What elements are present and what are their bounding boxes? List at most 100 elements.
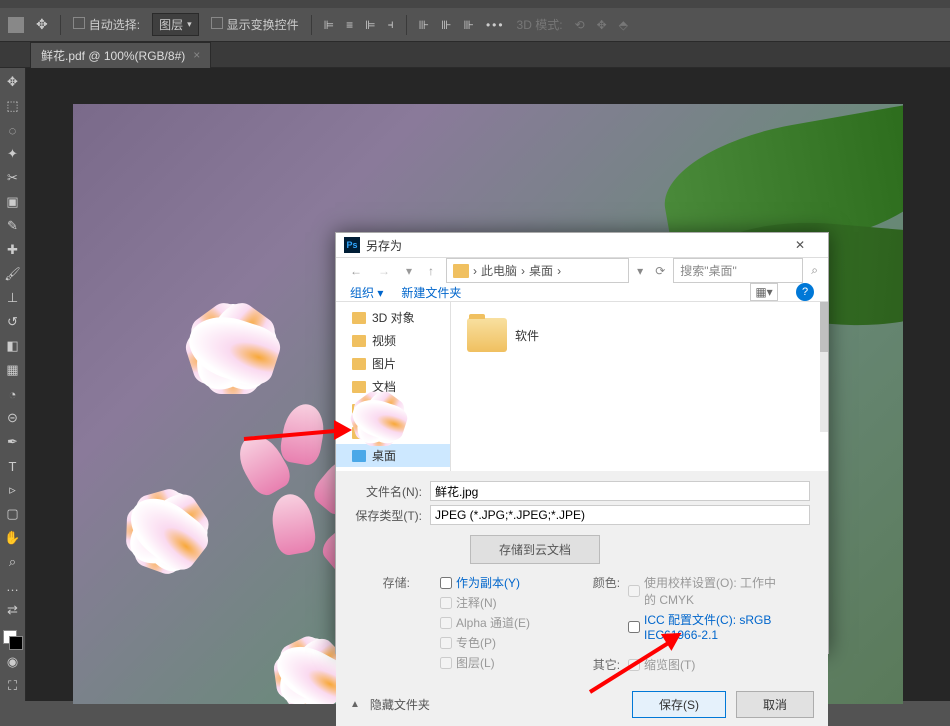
refresh-icon[interactable]: ⟳ [655, 264, 665, 278]
blur-tool[interactable]: ◔ [1, 382, 25, 406]
forward-icon[interactable]: → [374, 262, 394, 280]
folder-icon [352, 381, 366, 393]
new-folder-button[interactable]: 新建文件夹 [401, 284, 461, 301]
move-tool-icon[interactable]: ✥ [36, 16, 48, 33]
crop-tool[interactable]: ✂ [1, 166, 25, 190]
other-options-label: 其它: [560, 656, 620, 673]
dodge-tool[interactable]: ⊝ [1, 406, 25, 430]
view-mode-icon[interactable]: ▦▾ [750, 283, 778, 301]
save-button[interactable]: 保存(S) [632, 691, 726, 718]
marquee-tool[interactable]: ⬚ [1, 94, 25, 118]
breadcrumb[interactable]: › 此电脑 › 桌面 › [446, 258, 629, 283]
tree-item[interactable]: 3D 对象 [336, 306, 450, 329]
align-icon[interactable]: ⊫ [365, 18, 375, 32]
auto-select-checkbox[interactable] [73, 17, 85, 29]
layer-dropdown[interactable]: 图层 [152, 13, 199, 36]
align-icon[interactable]: ≡ [346, 18, 353, 32]
document-tab[interactable]: 鲜花.pdf @ 100%(RGB/8#) × [30, 42, 211, 68]
close-icon[interactable]: ✕ [780, 233, 820, 257]
help-icon[interactable]: ? [796, 283, 814, 301]
filename-label: 文件名(N): [350, 483, 422, 500]
as-copy-checkbox[interactable] [440, 577, 452, 589]
folder-icon [467, 318, 507, 352]
stamp-tool[interactable]: ⊥ [1, 286, 25, 310]
distribute-icon[interactable]: ⊪ [463, 18, 473, 32]
gradient-tool[interactable]: ▦ [1, 358, 25, 382]
breadcrumb-item[interactable]: 此电脑 [481, 262, 517, 279]
zoom-tool[interactable]: ⌕ [1, 550, 25, 574]
organize-button[interactable]: 组织 ▾ [350, 284, 383, 301]
transform-checkbox[interactable] [211, 17, 223, 29]
toolbox: ✥ ⬚ ◌ ✦ ✂ ▣ ✎ ✚ 🖌 ⊥ ↺ ◧ ▦ ◔ ⊝ ✒ T ▹ ▢ ✋ … [0, 68, 26, 701]
ps-icon: Ps [344, 237, 360, 253]
cancel-button[interactable]: 取消 [736, 691, 814, 718]
orbit-icon[interactable]: ⟲ [575, 18, 585, 32]
auto-select-label: 自动选择: [89, 18, 140, 32]
color-swatch[interactable] [3, 630, 23, 650]
home-icon[interactable] [8, 17, 24, 33]
brush-tool[interactable]: 🖌 [1, 262, 25, 286]
frame-tool[interactable]: ▣ [1, 190, 25, 214]
distribute-icon[interactable]: ⊪ [441, 18, 451, 32]
proof-label: 使用校样设置(O): 工作中的 CMYK [644, 574, 784, 608]
thumb-checkbox [628, 659, 640, 671]
tree-item-label: 3D 对象 [372, 309, 415, 326]
pen-tool[interactable]: ✒ [1, 430, 25, 454]
wand-tool[interactable]: ✦ [1, 142, 25, 166]
filetype-label: 保存类型(T): [350, 507, 422, 524]
document-tab-bar: 鲜花.pdf @ 100%(RGB/8#) × [0, 42, 950, 68]
options-bar: ✥ 自动选择: 图层 显示变换控件 ⊫ ≡ ⊫ ⫞ ⊪ ⊪ ⊪ ••• 3D 模… [0, 8, 950, 42]
folder-item[interactable]: 软件 [461, 312, 818, 358]
save-cloud-button[interactable]: 存储到云文档 [470, 535, 600, 564]
filetype-dropdown[interactable] [430, 505, 810, 525]
edit-toolbar[interactable]: ⇄ [1, 598, 25, 622]
search-input[interactable]: 搜索"桌面" [673, 258, 803, 283]
shape-tool[interactable]: ▢ [1, 502, 25, 526]
up-icon[interactable]: ↑ [424, 262, 438, 280]
folder-icon [352, 335, 366, 347]
path-tool[interactable]: ▹ [1, 478, 25, 502]
folder-icon [453, 264, 469, 278]
alpha-label: Alpha 通道(E) [456, 614, 530, 631]
thumb-label: 缩览图(T) [644, 656, 695, 673]
notes-checkbox [440, 597, 452, 609]
notes-label: 注释(N) [456, 594, 497, 611]
close-tab-icon[interactable]: × [193, 48, 200, 62]
dialog-nav: ← → ▾ ↑ › 此电脑 › 桌面 › ▾ ⟳ 搜索"桌面" ⌕ [336, 258, 828, 283]
folder-content[interactable]: 软件 [451, 302, 828, 471]
more-tools[interactable]: … [1, 574, 25, 598]
back-icon[interactable]: ← [346, 262, 366, 280]
icc-checkbox[interactable] [628, 621, 640, 633]
align-icon[interactable]: ⫞ [388, 17, 394, 32]
pan-icon[interactable]: ✥ [597, 18, 607, 32]
eraser-tool[interactable]: ◧ [1, 334, 25, 358]
search-icon[interactable]: ⌕ [811, 263, 818, 278]
screenmode-tool[interactable]: ⛶ [1, 674, 25, 698]
scrollbar-thumb[interactable] [820, 302, 828, 352]
tree-item[interactable]: 图片 [336, 352, 450, 375]
hand-tool[interactable]: ✋ [1, 526, 25, 550]
menu-bar [0, 0, 950, 8]
align-icon[interactable]: ⊫ [324, 18, 334, 32]
more-icon[interactable]: ••• [486, 18, 505, 32]
distribute-icon[interactable]: ⊪ [419, 18, 429, 32]
folder-icon [352, 358, 366, 370]
layers-checkbox [440, 657, 452, 669]
hide-folders-label[interactable]: 隐藏文件夹 [370, 696, 430, 713]
icc-label[interactable]: ICC 配置文件(C): sRGB IEC61966-2.1 [644, 611, 784, 642]
type-tool[interactable]: T [1, 454, 25, 478]
quickmask-tool[interactable]: ◉ [1, 650, 25, 674]
history-brush-tool[interactable]: ↺ [1, 310, 25, 334]
cam-icon[interactable]: ⬘ [619, 18, 628, 32]
color-options-label: 颜色: [560, 574, 620, 642]
move-tool[interactable]: ✥ [1, 70, 25, 94]
lasso-tool[interactable]: ◌ [1, 118, 25, 142]
heal-tool[interactable]: ✚ [1, 238, 25, 262]
breadcrumb-item[interactable]: 桌面 [529, 262, 553, 279]
eyedropper-tool[interactable]: ✎ [1, 214, 25, 238]
filename-input[interactable] [430, 481, 810, 501]
proof-checkbox [628, 585, 640, 597]
scrollbar[interactable] [820, 302, 828, 432]
as-copy-label[interactable]: 作为副本(Y) [456, 574, 520, 591]
tree-item[interactable]: 视频 [336, 329, 450, 352]
